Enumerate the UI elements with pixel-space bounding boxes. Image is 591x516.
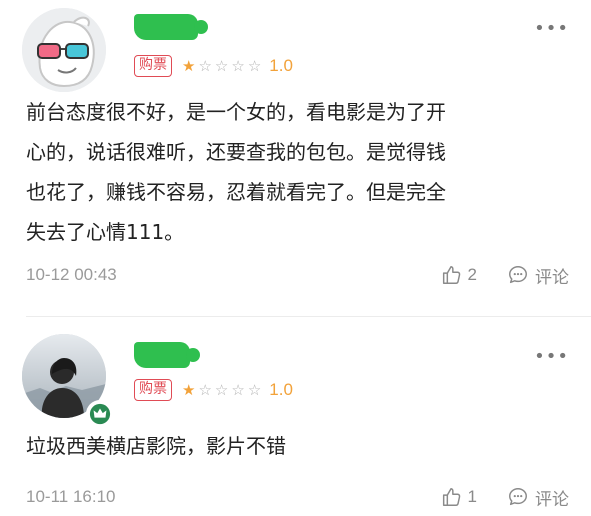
- star-empty-icon: ☆: [214, 56, 229, 75]
- timestamp: 10-12 00:43: [26, 265, 117, 284]
- star-filled-icon: ★: [182, 56, 196, 75]
- star-empty-icon: ☆: [231, 56, 245, 75]
- purchase-badge: 购票: [134, 55, 172, 77]
- comment-label: 评论: [535, 267, 569, 287]
- star-empty-icon: ☆: [198, 380, 212, 399]
- purchase-badge: 购票: [134, 379, 172, 401]
- avatar-illustration: [22, 8, 106, 92]
- rating-value: 1.0: [269, 56, 293, 75]
- avatar[interactable]: [22, 8, 106, 92]
- star-rating: ★ ☆ ☆ ☆ ☆: [182, 56, 262, 75]
- star-filled-icon: ★: [182, 380, 196, 399]
- review-card: ••• 购票 ★ ☆ ☆ ☆ ☆ 1.0 前台态度很不好，是一个女的，看电影是为了开 心…: [0, 0, 591, 312]
- crown-icon: [89, 403, 111, 425]
- more-options-icon[interactable]: •••: [534, 348, 569, 366]
- star-empty-icon: ☆: [198, 56, 212, 75]
- star-empty-icon: ☆: [247, 56, 262, 75]
- review-card: ••• 购票 ★ ☆ ☆ ☆ ☆ 1.0 垃圾西美横店影院，影片不错 10-11 16:…: [0, 318, 591, 516]
- review-meta: 购票 ★ ☆ ☆ ☆ ☆ 1.0: [134, 52, 293, 80]
- star-rating: ★ ☆ ☆ ☆ ☆: [182, 380, 262, 399]
- comment-label: 评论: [535, 489, 569, 509]
- star-empty-icon: ☆: [214, 380, 229, 399]
- like-button[interactable]: 1: [440, 486, 477, 508]
- vip-crown-badge: [86, 400, 114, 428]
- username-redacted[interactable]: [134, 342, 200, 368]
- comment-button[interactable]: 评论: [507, 485, 569, 510]
- comment-icon: [509, 266, 527, 284]
- thumbs-up-icon: [442, 488, 460, 506]
- thumbs-up-icon: [442, 266, 460, 284]
- like-count: 2: [467, 265, 477, 284]
- comment-button[interactable]: 评论: [507, 263, 569, 288]
- like-count: 1: [467, 487, 477, 506]
- star-empty-icon: ☆: [231, 380, 245, 399]
- star-empty-icon: ☆: [247, 380, 262, 399]
- more-options-icon[interactable]: •••: [534, 20, 569, 38]
- rating-value: 1.0: [269, 380, 293, 399]
- review-text: 前台态度很不好，是一个女的，看电影是为了开 心的，说话很难听，还要查我的包包。是…: [26, 100, 446, 244]
- review-footer: 10-12 00:43 2 评论: [26, 260, 569, 290]
- review-footer: 10-11 16:10 1 评论: [26, 482, 569, 512]
- divider: [26, 316, 591, 317]
- like-button[interactable]: 2: [440, 264, 477, 286]
- comment-icon: [509, 488, 527, 506]
- timestamp: 10-11 16:10: [26, 487, 116, 506]
- review-meta: 购票 ★ ☆ ☆ ☆ ☆ 1.0: [134, 376, 293, 404]
- review-text: 垃圾西美横店影院，影片不错: [26, 434, 286, 458]
- username-redacted[interactable]: [134, 14, 208, 40]
